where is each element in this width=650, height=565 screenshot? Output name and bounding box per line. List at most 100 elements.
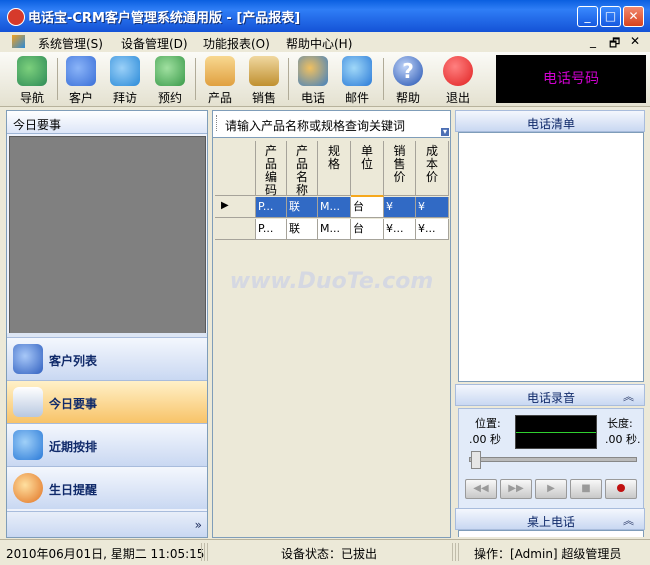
nav-birthday-reminder[interactable]: 生日提醒 xyxy=(7,466,207,509)
call-list[interactable] xyxy=(458,132,644,382)
mdi-close-button[interactable]: ✕ xyxy=(630,34,640,48)
menu-reports[interactable]: 功能报表(O) xyxy=(203,35,270,52)
stop-icon: ■ xyxy=(581,483,591,494)
toolbar-help-button[interactable]: ? 帮助 xyxy=(388,54,428,105)
navigation-icon xyxy=(17,56,47,86)
toolbar-separator xyxy=(288,58,289,100)
table-row[interactable]: ▶ P... 联 M... 台 ¥ ¥ xyxy=(215,197,449,218)
table-cell[interactable]: P... xyxy=(256,197,287,218)
table-cell[interactable]: ¥ xyxy=(384,197,416,218)
collapse-icon[interactable]: ︽ xyxy=(623,512,634,528)
menu-logo-icon xyxy=(12,35,25,48)
status-bar: 2010年06月01日, 星期二 11:05:15 设备状态：已拔出 操作：[A… xyxy=(0,539,650,565)
fast-forward-button[interactable]: ▶▶ xyxy=(500,479,532,499)
row-indicator xyxy=(215,219,256,240)
today-events-area xyxy=(9,136,206,334)
recording-title: 电话录音 xyxy=(526,391,575,405)
toolbar-product-button[interactable]: 产品 xyxy=(200,54,240,105)
help-icon: ? xyxy=(393,56,423,86)
schedule-icon xyxy=(13,430,43,460)
recording-player: 位置: .00 秒 长度: .00 秒. ◀◀ ▶▶ ▶ ■ xyxy=(458,408,644,510)
collapse-icon[interactable]: ︽ xyxy=(623,388,634,404)
toolbar-mail-button[interactable]: 邮件 xyxy=(337,54,377,105)
mdi-minimize-button[interactable]: _ xyxy=(590,34,596,48)
desk-phone-list[interactable] xyxy=(458,530,644,537)
status-datetime: 2010年06月01日, 星期二 11:05:15 xyxy=(6,547,205,561)
dropdown-arrow-icon[interactable]: ▾ xyxy=(441,128,449,136)
table-cell[interactable]: M... xyxy=(318,197,351,218)
table-cell[interactable]: 台 xyxy=(351,197,384,218)
menu-device[interactable]: 设备管理(D) xyxy=(121,35,188,52)
column-header[interactable]: 销售价 xyxy=(384,141,416,196)
product-icon xyxy=(205,56,235,86)
status-device: 设备状态：已拔出 xyxy=(281,547,378,561)
play-button[interactable]: ▶ xyxy=(535,479,567,499)
left-panel-title: 今日要事 xyxy=(13,118,62,132)
record-button[interactable] xyxy=(605,479,637,499)
menu-help[interactable]: 帮助中心(H) xyxy=(286,35,352,52)
playback-slider[interactable] xyxy=(469,457,637,462)
recording-header[interactable]: 电话录音 ︽ xyxy=(455,384,645,406)
toolbar-separator xyxy=(383,58,384,100)
toolbar-phone-button[interactable]: 电话 xyxy=(293,54,333,105)
slider-thumb[interactable] xyxy=(471,451,481,469)
length-value: .00 秒. xyxy=(605,433,641,446)
row-header-corner xyxy=(215,141,256,196)
maximize-button[interactable]: □ xyxy=(600,6,621,27)
right-panel: 电话清单 电话录音 ︽ 位置: .00 秒 长度: .00 秒. ◀◀ ▶▶ ▶… xyxy=(455,110,645,537)
nav-today-events[interactable]: 今日要事 xyxy=(7,380,207,423)
toolbar-sales-button[interactable]: 销售 xyxy=(244,54,284,105)
toolbar-visit-button[interactable]: 拜访 xyxy=(105,54,145,105)
column-header[interactable]: 产品名称 xyxy=(287,141,318,197)
toolbar-appointment-button[interactable]: 预约 xyxy=(150,54,190,105)
desk-phone-header[interactable]: 桌上电话 ︽ xyxy=(455,508,645,530)
toolbar-navigation-button[interactable]: 导航 xyxy=(12,54,52,105)
watermark: www.DuoTe.com xyxy=(229,269,434,294)
table-cell[interactable]: ¥... xyxy=(384,219,416,240)
record-icon xyxy=(617,484,625,492)
product-table: 产品编码 产品名称 规格 单位 销售价 成本价 ▶ P... 联 M... 台 … xyxy=(215,141,449,241)
toolbar-separator xyxy=(57,58,58,100)
sales-icon xyxy=(249,56,279,86)
exit-icon xyxy=(443,56,473,86)
table-cell[interactable]: ¥... xyxy=(416,219,449,240)
column-header[interactable]: 规格 xyxy=(318,141,351,196)
phone-number-display: 电话号码 xyxy=(496,55,646,103)
appointment-icon xyxy=(155,56,185,86)
rewind-button[interactable]: ◀◀ xyxy=(465,479,497,499)
app-window: 电话宝-CRM客户管理系统通用版 - [产品报表] _ □ ✕ 系统管理(S) … xyxy=(0,0,650,565)
play-icon: ▶ xyxy=(547,483,555,494)
more-chevron-icon[interactable]: » xyxy=(195,518,202,532)
table-cell[interactable]: ¥ xyxy=(416,197,449,218)
window-title: 电话宝-CRM客户管理系统通用版 - [产品报表] xyxy=(28,11,301,26)
search-input[interactable]: 请输入产品名称或规格查询关键词 xyxy=(225,117,405,134)
stop-button[interactable]: ■ xyxy=(570,479,602,499)
nav-schedule[interactable]: 近期按排 xyxy=(7,423,207,466)
table-cell[interactable]: 台 xyxy=(351,219,384,240)
desk-phone-title: 桌上电话 xyxy=(526,515,575,529)
left-panel: 今日要事 客户列表 今日要事 近期按排 生日提醒 » xyxy=(6,110,208,538)
column-header[interactable]: 单位 xyxy=(351,141,384,197)
nav-customer-list[interactable]: 客户列表 xyxy=(7,337,207,380)
table-cell[interactable]: P... xyxy=(256,219,287,240)
toolbar-exit-button[interactable]: 退出 xyxy=(438,54,478,105)
position-label: 位置: xyxy=(475,417,501,430)
table-cell[interactable]: 联 xyxy=(287,197,318,218)
menu-system[interactable]: 系统管理(S) xyxy=(38,35,103,52)
current-row-arrow-icon: ▶ xyxy=(221,200,229,211)
app-icon xyxy=(7,8,25,26)
table-cell[interactable]: 联 xyxy=(287,219,318,240)
minimize-button[interactable]: _ xyxy=(577,6,598,27)
status-separator xyxy=(201,543,210,561)
toolbar-customers-button[interactable]: 客户 xyxy=(61,54,101,105)
table-cell[interactable]: M... xyxy=(318,219,351,240)
column-header[interactable]: 产品编码 xyxy=(256,141,287,197)
column-header[interactable]: 成本价 xyxy=(416,141,449,196)
phone-icon xyxy=(298,56,328,86)
row-indicator: ▶ xyxy=(215,197,256,218)
product-report-panel: 请输入产品名称或规格查询关键词 ▾ 产品编码 产品名称 规格 单位 销售价 成本… xyxy=(212,110,451,538)
search-bar: 请输入产品名称或规格查询关键词 ▾ xyxy=(213,111,450,138)
close-button[interactable]: ✕ xyxy=(623,6,644,27)
table-row[interactable]: P... 联 M... 台 ¥... ¥... xyxy=(215,219,449,240)
position-value: .00 秒 xyxy=(469,433,501,446)
